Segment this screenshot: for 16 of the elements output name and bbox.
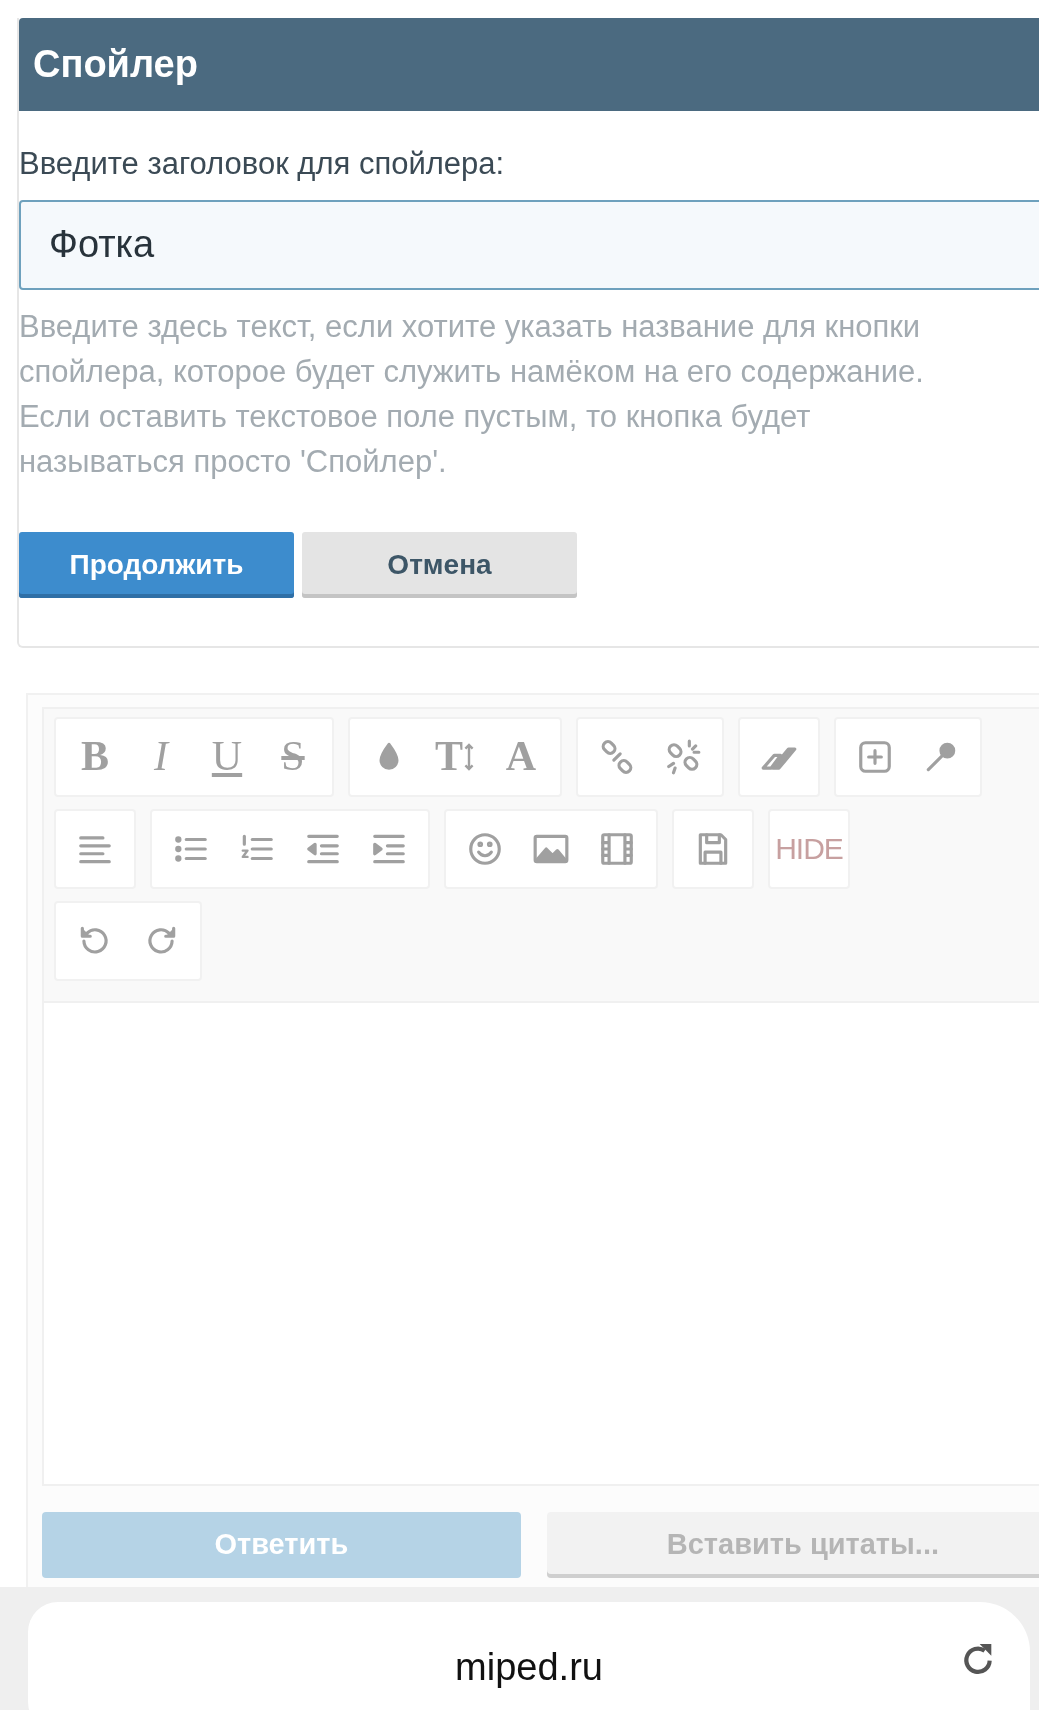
cancel-button[interactable]: Отмена [302, 531, 577, 598]
format-button[interactable]: U [194, 718, 260, 795]
url-text: miped.ru [455, 1644, 603, 1690]
broken-link-icon [664, 737, 702, 776]
format-button[interactable]: T [422, 718, 488, 795]
dialog-title: Спойлер [19, 18, 1039, 111]
field-label: Введите заголовок для спойлера: [19, 145, 506, 183]
format-button[interactable]: S [260, 718, 326, 795]
address-field[interactable]: miped.ru [28, 1602, 1030, 1710]
format-button[interactable]: I [128, 718, 194, 795]
format-button[interactable]: B [62, 718, 128, 795]
help-text: Введите здесь текст, если хотите указать название для кнопки спойлера, которое будет служить намёком на его содержание. Если оставить текстовое поле пустым, то кнопка будет называться просто 'Спойлер'. [19, 307, 925, 481]
format-button[interactable]: HIDE [776, 810, 842, 887]
continue-button[interactable]: Продолжить [19, 531, 294, 598]
format-button[interactable]: A [488, 718, 554, 795]
title-input-field[interactable]: Фотка [19, 199, 1039, 290]
